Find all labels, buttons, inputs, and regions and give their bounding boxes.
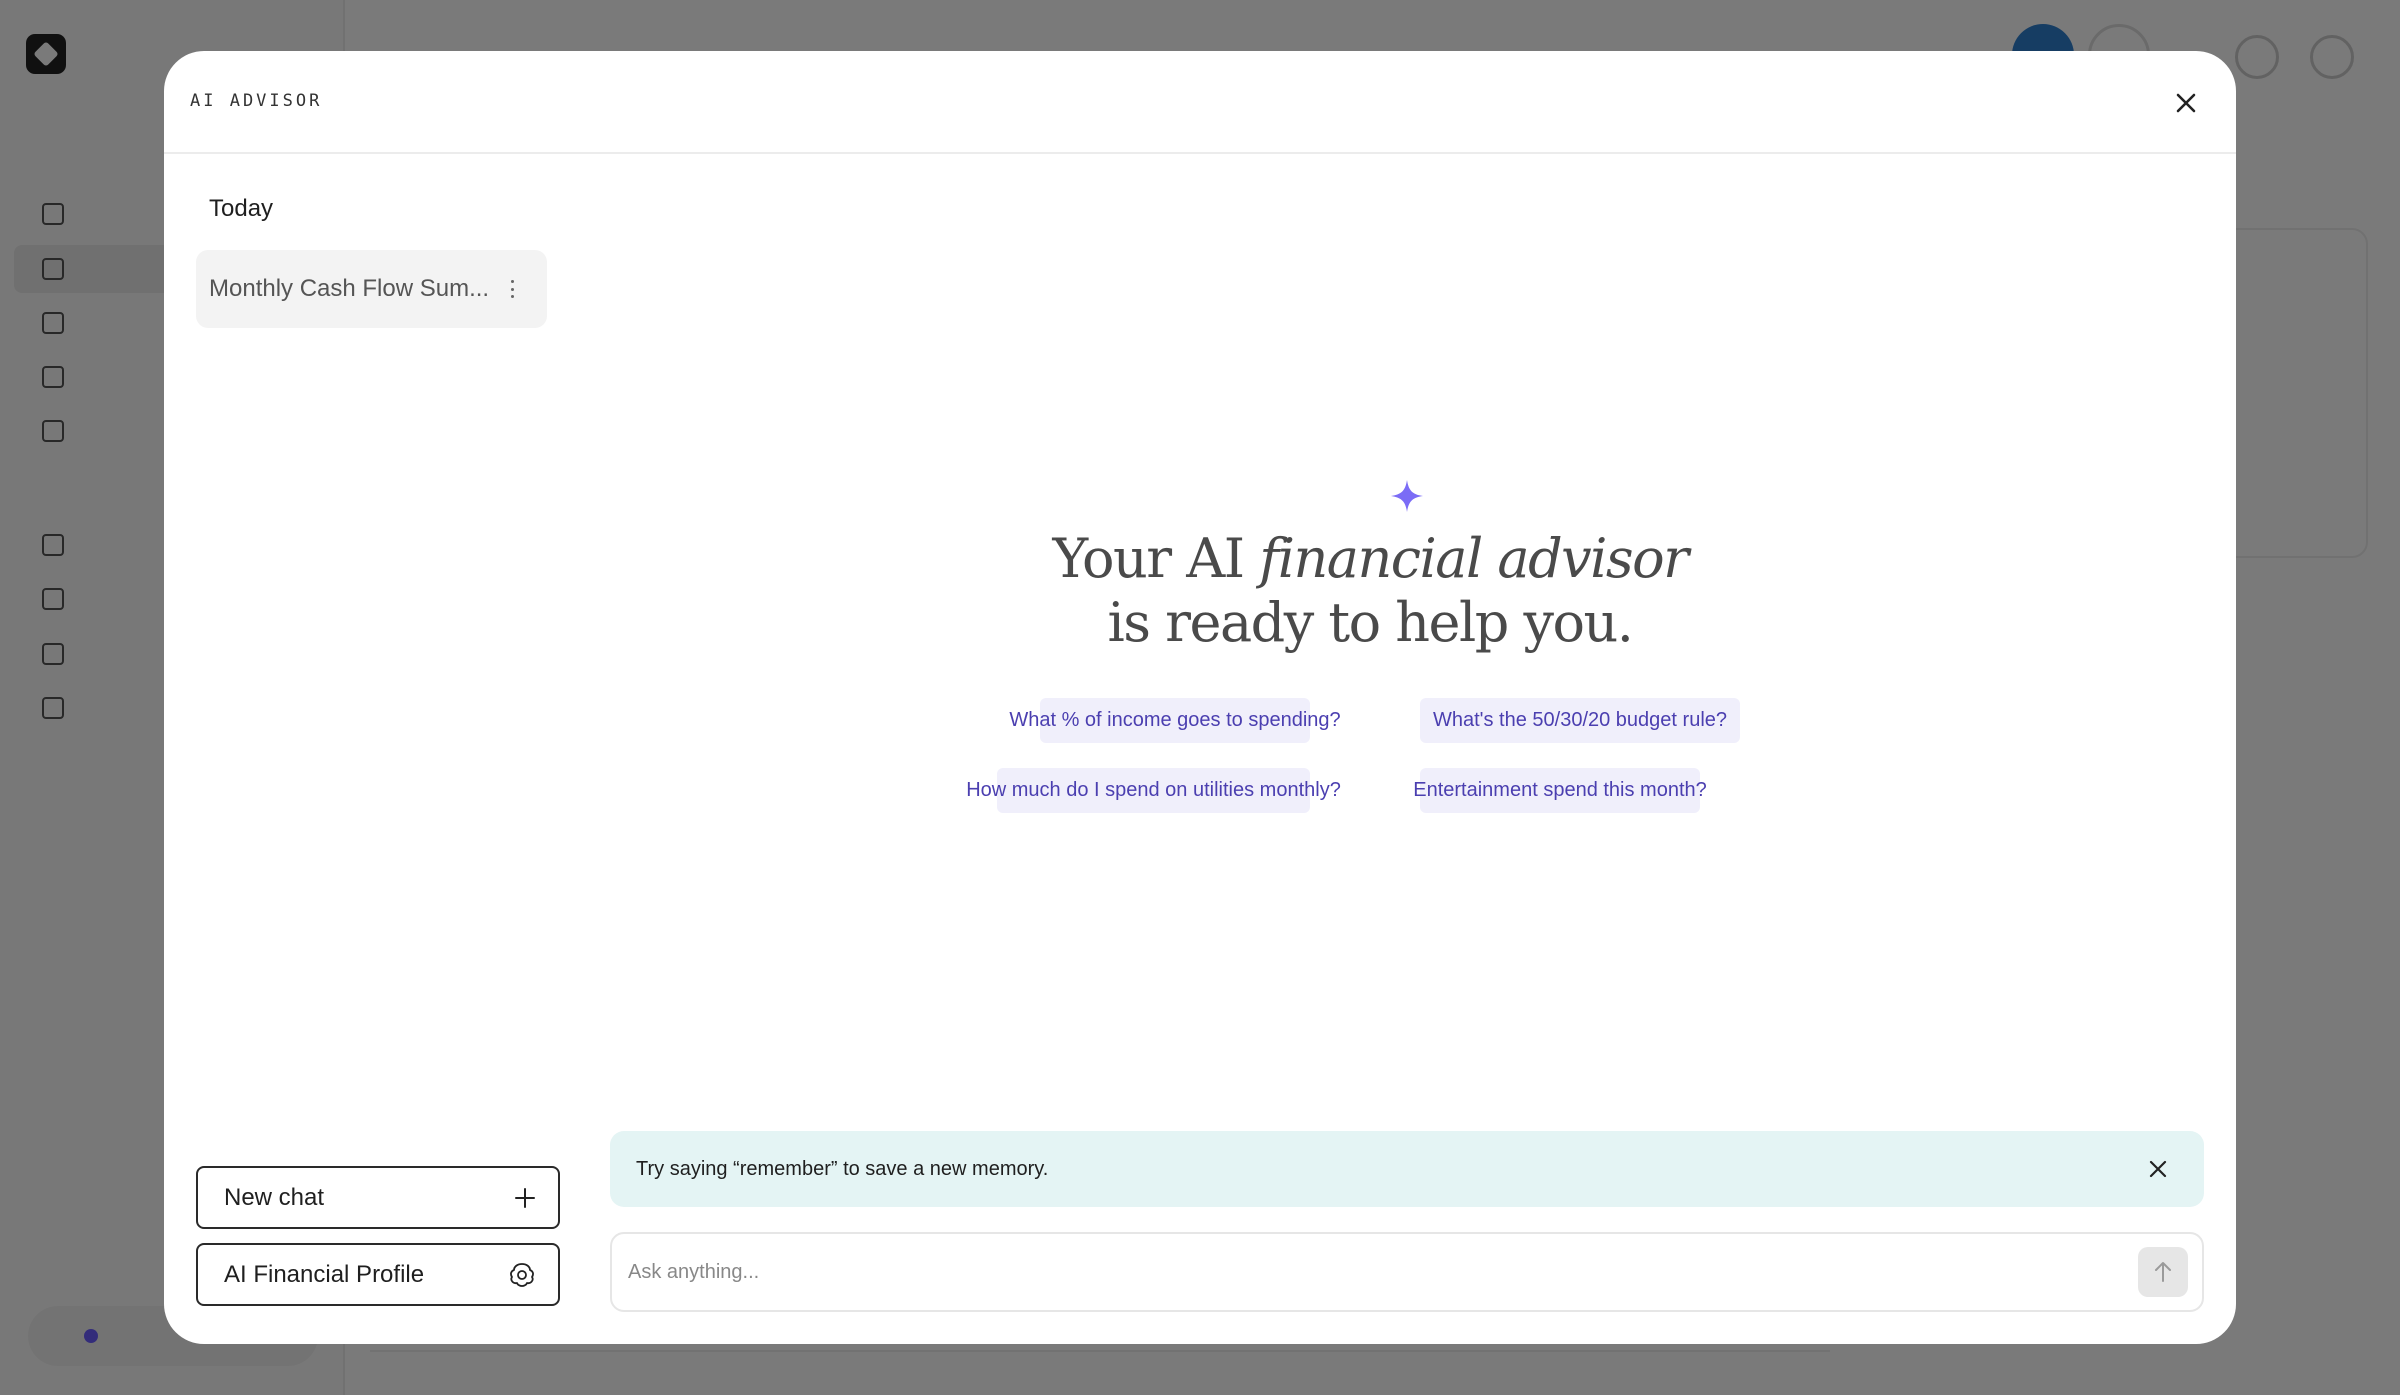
ai-financial-profile-button[interactable]: AI Financial Profile	[196, 1243, 560, 1306]
hero-heading-emphasis: financial advisor	[1259, 527, 1689, 590]
memory-tip-text: Try saying “remember” to save a new memo…	[636, 1157, 1049, 1180]
chat-history-item-label: Monthly Cash Flow Sum...	[209, 275, 490, 302]
chat-history-heading: Today	[209, 195, 274, 222]
modal-header: AI ADVISOR	[164, 51, 2236, 154]
chat-composer	[610, 1232, 2204, 1312]
suggestion-chip[interactable]: How much do I spend on utilities monthly…	[966, 768, 1341, 813]
close-icon	[2149, 1160, 2167, 1178]
suggestion-chip[interactable]: What % of income goes to spending?	[1009, 698, 1341, 743]
suggestion-chip[interactable]: What's the 50/30/20 budget rule?	[1420, 698, 1740, 743]
brain-icon	[510, 1262, 534, 1287]
hero-heading-line2: is ready to help you.	[1107, 591, 1634, 654]
sparkle-icon	[1391, 480, 1423, 512]
hero-heading-prefix: Your AI	[1052, 527, 1260, 590]
close-modal-button[interactable]	[2166, 83, 2206, 123]
memory-tip-banner: Try saying “remember” to save a new memo…	[610, 1131, 2204, 1207]
ask-anything-input[interactable]	[628, 1252, 2088, 1292]
new-chat-button[interactable]: New chat	[196, 1166, 560, 1229]
modal-title: AI ADVISOR	[190, 91, 323, 111]
ai-financial-profile-label: AI Financial Profile	[224, 1260, 425, 1288]
plus-icon	[515, 1187, 535, 1208]
suggestion-chip[interactable]: Entertainment spend this month?	[1413, 768, 1707, 813]
ai-advisor-modal: AI ADVISOR Today Monthly Cash Flow Sum..…	[164, 51, 2236, 1344]
hero-heading-line1: Your AI financial advisor	[814, 527, 1926, 590]
chat-history-item[interactable]: Monthly Cash Flow Sum...	[196, 250, 547, 328]
dismiss-tip-button[interactable]	[2144, 1155, 2172, 1183]
new-chat-label: New chat	[224, 1183, 325, 1211]
more-options-icon[interactable]	[507, 274, 517, 304]
close-icon	[2176, 93, 2196, 113]
arrow-up-icon	[2155, 1262, 2171, 1282]
send-button[interactable]	[2138, 1247, 2188, 1297]
